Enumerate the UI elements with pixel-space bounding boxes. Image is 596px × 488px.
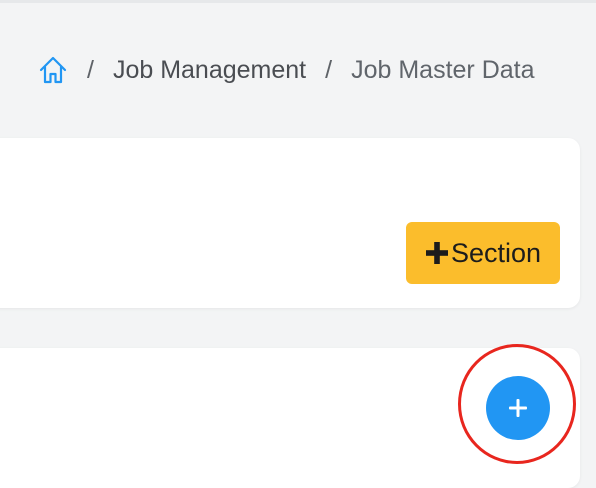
plus-icon <box>425 242 448 264</box>
breadcrumb-item-job-management[interactable]: Job Management <box>113 56 306 85</box>
breadcrumb: / Job Management / Job Master Data <box>38 52 535 88</box>
breadcrumb-home-link[interactable] <box>38 55 68 85</box>
add-section-button[interactable]: Section <box>406 222 560 284</box>
breadcrumb-separator: / <box>325 55 333 84</box>
home-icon <box>39 56 67 84</box>
add-section-label: Section <box>450 237 542 268</box>
add-fab-button[interactable] <box>486 376 550 440</box>
plus-icon <box>509 399 527 417</box>
breadcrumb-separator: / <box>87 55 94 84</box>
breadcrumb-item-job-master-data: Job Master Data <box>351 55 535 84</box>
top-border <box>0 0 596 3</box>
